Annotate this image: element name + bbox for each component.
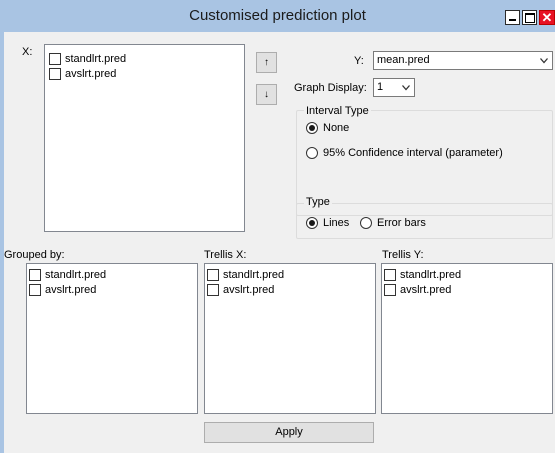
graph-display-label: Graph Display: [294, 82, 367, 94]
trellis-x-label: Trellis X: [204, 249, 247, 261]
maximize-button[interactable] [522, 10, 537, 25]
type-lines-option[interactable]: Lines [306, 217, 349, 229]
list-item[interactable]: standlrt.pred [205, 267, 375, 282]
arrow-down-icon: ↓ [264, 89, 269, 100]
window-title: Customised prediction plot [189, 7, 366, 24]
chevron-down-icon [402, 85, 410, 91]
x-variable-list[interactable]: standlrt.pred avslrt.pred [44, 44, 245, 232]
list-item-label: avslrt.pred [45, 283, 97, 296]
checkbox[interactable] [49, 67, 61, 80]
list-item-label: avslrt.pred [223, 283, 275, 296]
interval-ci-option[interactable]: 95% Confidence interval (parameter) [306, 147, 503, 159]
list-item-label: standlrt.pred [223, 268, 285, 281]
graph-display-select[interactable]: 1 [373, 78, 415, 97]
trellis-y-label: Trellis Y: [382, 249, 424, 261]
radio-selected[interactable] [306, 122, 318, 134]
interval-type-label: Interval Type [304, 105, 371, 117]
grouped-by-label: Grouped by: [4, 249, 65, 261]
title-bar[interactable]: Customised prediction plot ✕ [0, 0, 555, 32]
close-button[interactable]: ✕ [539, 10, 555, 25]
list-item[interactable]: standlrt.pred [382, 267, 552, 282]
chevron-down-icon [540, 58, 548, 64]
close-icon: ✕ [541, 10, 553, 25]
trellis-x-list[interactable]: standlrt.pred avslrt.pred [204, 263, 376, 414]
apply-button[interactable]: Apply [204, 422, 374, 443]
checkbox[interactable] [207, 283, 219, 296]
list-item-label: standlrt.pred [65, 52, 127, 65]
radio[interactable] [306, 147, 318, 159]
list-item[interactable]: avslrt.pred [382, 282, 552, 297]
checkbox[interactable] [29, 283, 41, 296]
list-item[interactable]: avslrt.pred [45, 66, 244, 81]
window: Customised prediction plot ✕ X: standlrt… [0, 0, 555, 453]
list-item[interactable]: avslrt.pred [27, 282, 197, 297]
list-item[interactable]: avslrt.pred [205, 282, 375, 297]
minimize-button[interactable] [505, 10, 520, 25]
trellis-y-list[interactable]: standlrt.pred avslrt.pred [381, 263, 553, 414]
interval-none-option[interactable]: None [306, 122, 349, 134]
list-item[interactable]: standlrt.pred [27, 267, 197, 282]
type-label: Type [304, 196, 332, 208]
checkbox[interactable] [29, 268, 41, 281]
list-item-label: standlrt.pred [400, 268, 462, 281]
option-label: None [323, 122, 350, 134]
checkbox[interactable] [49, 52, 61, 65]
move-up-button[interactable]: ↑ [256, 52, 277, 73]
radio-selected[interactable] [306, 217, 318, 229]
option-label: Error bars [377, 217, 426, 229]
list-item[interactable]: standlrt.pred [45, 51, 244, 66]
list-item-label: avslrt.pred [400, 283, 452, 296]
list-item-label: standlrt.pred [45, 268, 107, 281]
y-select[interactable]: mean.pred [373, 51, 553, 70]
option-label: 95% Confidence interval (parameter) [323, 147, 503, 159]
arrow-up-icon: ↑ [264, 57, 269, 68]
option-label: Lines [323, 217, 350, 229]
checkbox[interactable] [384, 283, 396, 296]
x-label: X: [22, 46, 33, 58]
type-error-bars-option[interactable]: Error bars [360, 217, 426, 229]
y-select-value: mean.pred [377, 54, 430, 66]
move-down-button[interactable]: ↓ [256, 84, 277, 105]
checkbox[interactable] [384, 268, 396, 281]
radio[interactable] [360, 217, 372, 229]
y-label: Y: [354, 55, 364, 67]
graph-display-value: 1 [377, 81, 384, 93]
list-item-label: avslrt.pred [65, 67, 117, 80]
dialog-body: X: standlrt.pred avslrt.pred ↑ ↓ Y: mean… [4, 32, 555, 453]
grouped-by-list[interactable]: standlrt.pred avslrt.pred [26, 263, 198, 414]
checkbox[interactable] [207, 268, 219, 281]
